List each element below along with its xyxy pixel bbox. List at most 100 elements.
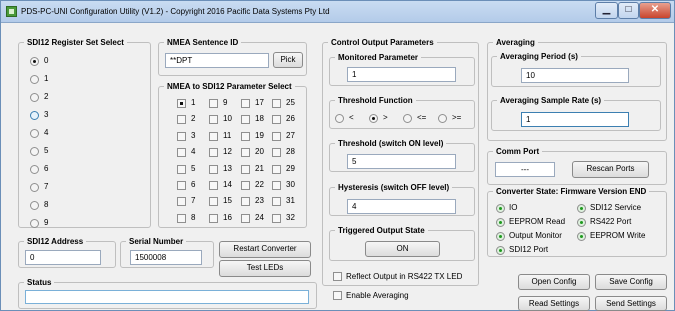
parameter-checkbox-14[interactable] — [209, 181, 218, 190]
parameter-checkbox-26[interactable] — [272, 115, 281, 125]
parameter-checkbox-13[interactable] — [209, 164, 218, 174]
parameter-label: 21 — [255, 163, 264, 173]
parameter-checkbox-28[interactable] — [272, 148, 281, 158]
parameter-checkbox-27[interactable] — [272, 131, 281, 141]
save-config-button[interactable]: Save Config — [595, 274, 667, 290]
register-radio-4[interactable] — [30, 129, 39, 138]
parameter-checkbox-29[interactable] — [272, 164, 281, 174]
parameter-label: 32 — [286, 212, 295, 222]
threshold-radio[interactable] — [369, 114, 378, 123]
status-indicator-label: IO — [509, 203, 518, 212]
parameter-label: 1 — [191, 98, 196, 107]
parameter-checkbox-22[interactable] — [241, 181, 250, 190]
averaging-period-legend: Averaging Period (s) — [500, 52, 578, 61]
maximize-button[interactable]: □ — [618, 2, 639, 19]
parameter-checkbox-20[interactable] — [241, 148, 250, 158]
rescan-ports-button[interactable]: Rescan Ports — [572, 161, 649, 178]
register-radio-7[interactable] — [30, 183, 39, 192]
reflect-output-checkbox[interactable] — [333, 272, 342, 281]
parameter-checkbox-1[interactable] — [177, 99, 186, 108]
title-bar: PDS-PC-UNI Configuration Utility (V1.2) … — [1, 1, 674, 23]
parameter-label: 8 — [191, 212, 196, 222]
register-set-legend: SDI12 Register Set Select — [27, 38, 124, 47]
register-radio-8[interactable] — [30, 201, 39, 210]
parameter-checkbox-24[interactable] — [241, 213, 250, 223]
status-legend: Status — [27, 278, 52, 287]
serial-number-input[interactable]: 1500008 — [130, 250, 202, 265]
read-settings-button[interactable]: Read Settings — [518, 296, 590, 311]
averaging-period-input[interactable]: 10 — [521, 68, 629, 83]
status-indicator-icon — [577, 218, 586, 227]
register-radio-6[interactable] — [30, 165, 39, 174]
parameter-checkbox-19[interactable] — [241, 131, 250, 141]
parameter-checkbox-11[interactable] — [209, 131, 218, 141]
parameter-checkbox-8[interactable] — [177, 213, 186, 223]
threshold-radio[interactable] — [335, 114, 344, 123]
parameter-checkbox-3[interactable] — [177, 131, 186, 141]
threshold-radio[interactable] — [403, 114, 412, 123]
triggered-output-button[interactable]: ON — [365, 241, 440, 257]
parameter-checkbox-30[interactable] — [272, 181, 281, 190]
sdi12-address-input[interactable]: 0 — [25, 250, 101, 265]
parameter-checkbox-16[interactable] — [209, 213, 218, 223]
parameter-checkbox-4[interactable] — [177, 148, 186, 158]
averaging-legend: Averaging — [496, 38, 535, 47]
parameter-checkbox-10[interactable] — [209, 115, 218, 125]
register-radio-5[interactable] — [30, 147, 39, 156]
register-radio-2[interactable] — [30, 93, 39, 102]
threshold-radio[interactable] — [438, 114, 447, 123]
parameter-checkbox-15[interactable] — [209, 197, 218, 207]
send-settings-button[interactable]: Send Settings — [595, 296, 667, 311]
register-radio-3[interactable] — [30, 111, 39, 120]
parameter-checkbox-21[interactable] — [241, 164, 250, 174]
restart-converter-button[interactable]: Restart Converter — [219, 241, 311, 258]
register-radio-0[interactable] — [30, 57, 39, 66]
parameter-label: 4 — [191, 147, 196, 157]
parameter-checkbox-23[interactable] — [241, 197, 250, 207]
status-indicator-icon — [496, 246, 505, 255]
parameter-label: 29 — [286, 163, 295, 173]
parameter-checkbox-7[interactable] — [177, 197, 186, 207]
nmea-sentence-input[interactable]: **DPT — [165, 53, 269, 68]
parameter-select-legend: NMEA to SDI12 Parameter Select — [167, 82, 292, 91]
status-indicator-icon — [496, 204, 505, 213]
register-radio-label: 1 — [44, 74, 49, 83]
register-radio-9[interactable] — [30, 219, 39, 228]
parameter-checkbox-2[interactable] — [177, 115, 186, 125]
register-radio-label: 3 — [44, 110, 49, 119]
triggered-output-legend: Triggered Output State — [338, 226, 425, 235]
enable-averaging-checkbox[interactable] — [333, 291, 342, 300]
averaging-rate-legend: Averaging Sample Rate (s) — [500, 96, 602, 105]
pick-button[interactable]: Pick — [273, 52, 303, 68]
parameter-checkbox-6[interactable] — [177, 181, 186, 190]
sdi12-address-legend: SDI12 Address — [27, 237, 84, 246]
parameter-checkbox-31[interactable] — [272, 197, 281, 207]
monitored-parameter-legend: Monitored Parameter — [338, 53, 419, 62]
register-radio-label: 8 — [44, 200, 49, 209]
test-leds-button[interactable]: Test LEDs — [219, 260, 311, 277]
parameter-checkbox-5[interactable] — [177, 164, 186, 174]
parameter-checkbox-32[interactable] — [272, 213, 281, 223]
minimize-button[interactable]: ▁ — [595, 2, 618, 19]
parameter-label: 7 — [191, 196, 196, 206]
register-radio-1[interactable] — [30, 75, 39, 84]
parameter-checkbox-9[interactable] — [209, 99, 218, 108]
parameter-checkbox-12[interactable] — [209, 148, 218, 158]
parameter-label: 13 — [223, 163, 232, 173]
comm-port-field[interactable]: --- — [495, 162, 555, 177]
parameter-checkbox-17[interactable] — [241, 99, 250, 108]
close-button[interactable]: ✕ — [639, 2, 671, 19]
status-indicator-label: EEPROM Read — [509, 217, 566, 226]
parameter-label: 24 — [255, 212, 264, 222]
parameter-checkbox-18[interactable] — [241, 115, 250, 125]
averaging-rate-input[interactable]: 1 — [521, 112, 629, 127]
hysteresis-legend: Hysteresis (switch OFF level) — [338, 183, 450, 192]
open-config-button[interactable]: Open Config — [518, 274, 590, 290]
enable-averaging-label: Enable Averaging — [346, 291, 409, 300]
hysteresis-input[interactable]: 4 — [347, 199, 456, 214]
monitored-parameter-input[interactable]: 1 — [347, 67, 456, 82]
parameter-label: 22 — [255, 180, 264, 189]
parameter-checkbox-25[interactable] — [272, 99, 281, 108]
parameter-label: 30 — [286, 180, 295, 189]
threshold-on-input[interactable]: 5 — [347, 154, 456, 169]
